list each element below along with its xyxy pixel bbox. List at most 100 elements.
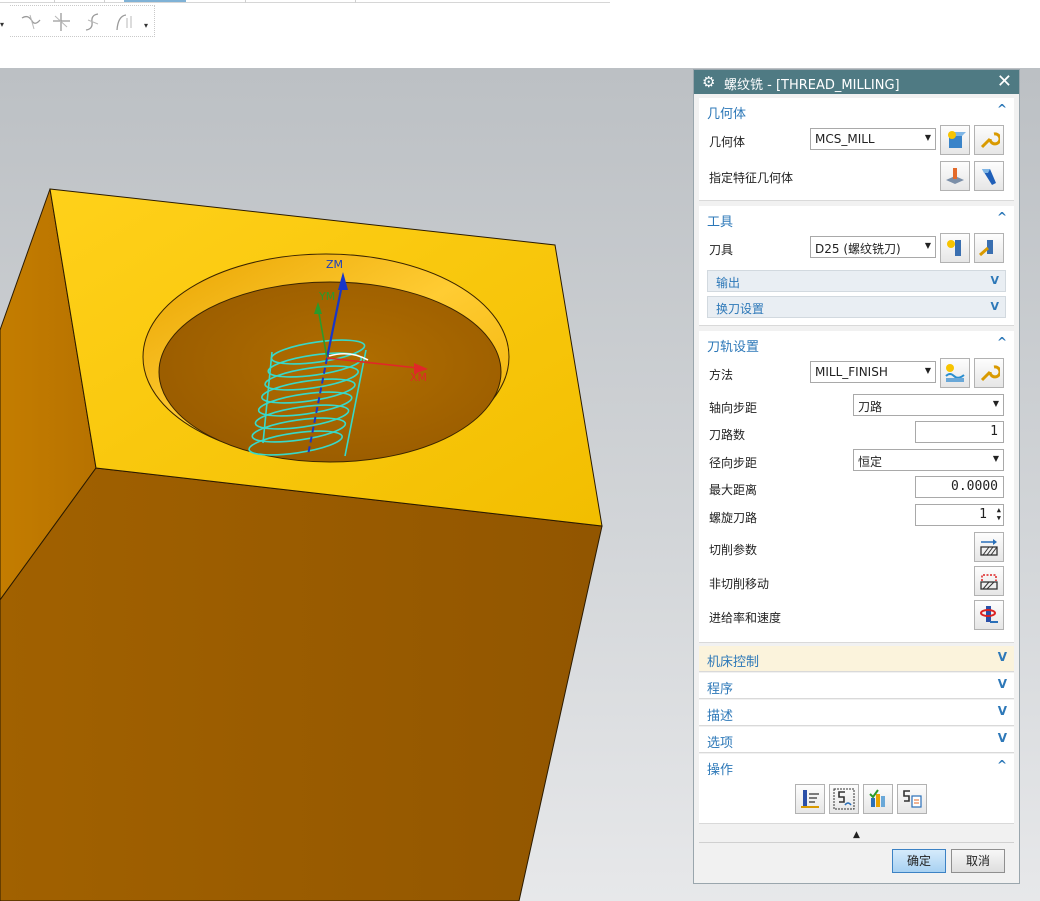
curve-divide-icon[interactable] <box>50 12 72 32</box>
verify-button[interactable] <box>863 784 893 814</box>
tool-select[interactable]: D25 (螺纹铣刀) ▼ <box>810 236 936 258</box>
tab-separator <box>104 0 105 3</box>
axial-step-select[interactable]: 刀路 ▼ <box>853 394 1004 416</box>
section-options[interactable]: 选项 V <box>699 727 1014 753</box>
geometry-label: 几何体 <box>709 135 746 149</box>
dialog-title-bar[interactable]: ⚙ 螺纹铣 - [THREAD_MILLING] ✕ <box>694 70 1019 94</box>
ribbon-toolbar: ▾ ▾ <box>0 0 1040 68</box>
num-paths-input[interactable]: 1 <box>915 421 1004 443</box>
radial-step-select[interactable]: 恒定 ▼ <box>853 449 1004 471</box>
dialog-title: 螺纹铣 - [THREAD_MILLING] <box>724 78 900 93</box>
subsection-title: 换刀设置 <box>716 302 765 316</box>
section-geometry: 几何体 ^ 几何体 MCS_MILL ▼ 指定特征几何体 <box>699 98 1014 201</box>
chevron-down-icon[interactable]: V <box>990 300 999 313</box>
tool-change-subsection[interactable]: 换刀设置 V <box>707 296 1006 318</box>
num-paths-row: 刀路数 1 <box>707 421 1006 447</box>
new-tool-button[interactable] <box>940 233 970 263</box>
chevron-down-icon[interactable]: ▾ <box>144 21 148 30</box>
new-tool-icon <box>947 240 961 256</box>
non-cut-moves-button[interactable] <box>974 566 1004 596</box>
chevron-down-icon: ▼ <box>992 454 999 463</box>
section-title: 机床控制 <box>707 655 760 670</box>
method-select[interactable]: MILL_FINISH ▼ <box>810 361 936 383</box>
chevron-down-icon[interactable]: ▾ <box>0 20 4 29</box>
collapse-dialog-arrow[interactable]: ▲ <box>699 828 1014 843</box>
curve-stretch-icon[interactable] <box>82 12 104 32</box>
curve-trim-icon[interactable] <box>20 12 42 32</box>
wrench-tool-icon <box>979 240 993 257</box>
output-subsection[interactable]: 输出 V <box>707 270 1006 292</box>
cancel-button[interactable]: 取消 <box>951 849 1005 873</box>
new-method-button[interactable] <box>940 358 970 388</box>
feeds-speeds-button[interactable] <box>974 600 1004 630</box>
max-distance-label: 最大距离 <box>709 483 758 497</box>
section-title: 刀轨设置 <box>707 340 760 355</box>
section-header[interactable]: 机床控制 V <box>699 646 1014 672</box>
helical-paths-row: 螺旋刀路 1 ▲ ▼ <box>707 504 1006 530</box>
verify-icon <box>869 789 885 807</box>
section-title: 选项 <box>707 736 734 751</box>
non-cut-moves-icon <box>980 574 998 590</box>
curve-length-icon[interactable] <box>114 12 136 32</box>
subsection-title: 输出 <box>716 276 741 290</box>
chevron-up-icon[interactable]: ^ <box>997 102 1007 116</box>
section-title: 程序 <box>707 682 734 697</box>
non-cut-moves-label: 非切削移动 <box>709 577 770 591</box>
list-output-button[interactable] <box>897 784 927 814</box>
chevron-down-icon: ▼ <box>924 366 931 375</box>
close-icon[interactable]: ✕ <box>997 71 1012 92</box>
edit-geometry-button[interactable] <box>974 125 1004 155</box>
section-header[interactable]: 描述 V <box>699 700 1014 726</box>
ok-button[interactable]: 确定 <box>892 849 946 873</box>
max-distance-row: 最大距离 0.0000 <box>707 476 1006 502</box>
chevron-down-icon[interactable]: V <box>998 731 1007 745</box>
specify-feature-geometry-button[interactable] <box>940 161 970 191</box>
chevron-down-icon[interactable]: V <box>990 274 999 287</box>
geometry-select[interactable]: MCS_MILL ▼ <box>810 128 936 150</box>
ribbon-divider <box>0 0 610 3</box>
section-machine-control[interactable]: 机床控制 V <box>699 646 1014 672</box>
cut-params-label: 切削参数 <box>709 543 758 557</box>
spinner-icon[interactable]: ▲ ▼ <box>997 506 1001 522</box>
cut-params-button[interactable] <box>974 532 1004 562</box>
method-row: 方法 MILL_FINISH ▼ <box>707 358 1006 388</box>
edit-method-button[interactable] <box>974 358 1004 388</box>
section-path-settings: 刀轨设置 ^ 方法 MILL_FINISH ▼ 轴向步距 刀路 ▼ 刀路数 1 … <box>699 331 1014 643</box>
part-front-face <box>0 467 603 901</box>
section-title: 工具 <box>707 215 734 230</box>
section-program[interactable]: 程序 V <box>699 673 1014 699</box>
display-feature-button[interactable] <box>974 161 1004 191</box>
helical-paths-input[interactable]: 1 ▲ ▼ <box>915 504 1004 526</box>
section-tool-header[interactable]: 工具 ^ <box>699 206 1014 232</box>
chevron-down-icon[interactable]: V <box>998 677 1007 691</box>
replay-button[interactable] <box>829 784 859 814</box>
section-geometry-header[interactable]: 几何体 ^ <box>699 98 1014 124</box>
generate-button[interactable] <box>795 784 825 814</box>
section-header[interactable]: 选项 V <box>699 727 1014 753</box>
tool-value: D25 (螺纹铣刀) <box>815 242 901 256</box>
max-distance-input[interactable]: 0.0000 <box>915 476 1004 498</box>
section-tool: 工具 ^ 刀具 D25 (螺纹铣刀) ▼ 输出 V 换刀设置 V <box>699 206 1014 326</box>
chevron-down-icon[interactable]: V <box>998 650 1007 664</box>
cut-params-icon <box>980 539 998 556</box>
active-tab-marker <box>124 0 186 2</box>
chevron-down-icon[interactable]: V <box>998 704 1007 718</box>
axial-step-value: 刀路 <box>858 400 883 414</box>
section-title: 操作 <box>707 763 734 778</box>
section-actions: 操作 ^ <box>699 754 1014 824</box>
section-header[interactable]: 程序 V <box>699 673 1014 699</box>
feeds-speeds-row: 进给率和速度 <box>707 600 1006 630</box>
chevron-up-icon[interactable]: ^ <box>997 210 1007 224</box>
section-description[interactable]: 描述 V <box>699 700 1014 726</box>
radial-step-value: 恒定 <box>858 455 883 469</box>
tab-separator <box>355 0 356 3</box>
chevron-up-icon[interactable]: ^ <box>997 758 1007 772</box>
method-label: 方法 <box>709 368 734 382</box>
section-path-header[interactable]: 刀轨设置 ^ <box>699 331 1014 357</box>
wrench-icon <box>980 365 1000 382</box>
edit-tool-button[interactable] <box>974 233 1004 263</box>
new-geometry-button[interactable] <box>940 125 970 155</box>
chevron-up-icon[interactable]: ^ <box>997 335 1007 349</box>
section-actions-header[interactable]: 操作 ^ <box>699 754 1014 780</box>
helical-paths-label: 螺旋刀路 <box>709 511 758 525</box>
